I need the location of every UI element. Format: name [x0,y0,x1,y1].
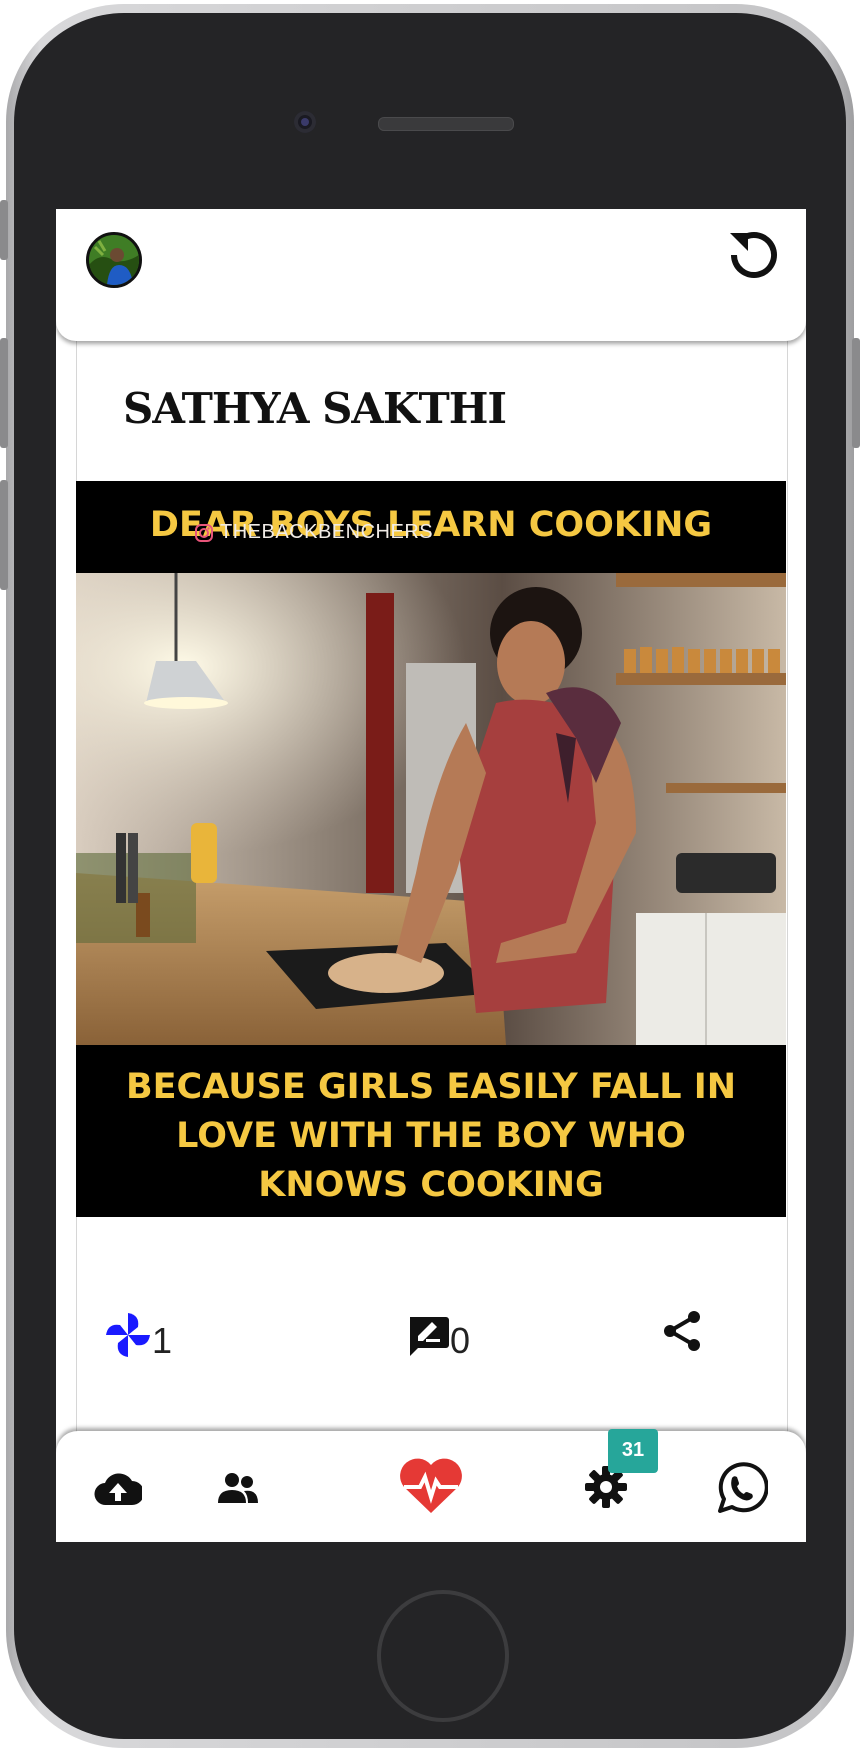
bottom-navigation: 31 [56,1429,806,1542]
heartbeat-icon [400,1458,462,1513]
volume-up-button [0,338,8,448]
kitchen-photo [76,573,786,1045]
caption-line: BECAUSE GIRLS EASILY FALL IN [125,1067,737,1107]
comment-button[interactable]: 0 [406,1299,470,1359]
whatsapp-icon [718,1462,769,1513]
comment-count: 0 [450,1320,471,1361]
caption-line: LOVE WITH THE BOY WHO [176,1116,686,1156]
nav-whatsapp[interactable] [712,1461,769,1522]
users-icon [218,1473,258,1503]
top-app-bar [56,209,806,341]
watermark-text: THEBACKBENCHERS [220,521,434,543]
refresh-icon[interactable] [726,227,780,281]
instagram-icon [195,523,213,542]
earpiece-speaker [378,117,514,131]
share-button[interactable] [660,1293,704,1353]
share-icon [664,1311,700,1351]
power-button [852,338,860,448]
caption-line: KNOWS COOKING [258,1165,604,1205]
pinwheel-icon [106,1313,150,1357]
nav-friends[interactable] [216,1471,260,1512]
mute-switch [0,200,8,260]
nav-health[interactable] [398,1457,464,1520]
cloud-upload-icon [94,1473,144,1506]
app-screen: SATHYA SAKTHI DEAR BOYS LEARN COOKING TH… [56,209,806,1542]
nav-upload[interactable] [94,1469,144,1514]
image-caption-bottom: BECAUSE GIRLS EASILY FALL IN LOVE WITH T… [76,1063,786,1210]
volume-down-button [0,480,8,590]
like-button[interactable]: 1 [104,1299,172,1359]
comment-edit-icon [410,1317,449,1356]
home-button[interactable] [377,1590,509,1722]
avatar-image [89,235,139,285]
notification-badge: 31 [608,1429,658,1473]
post-image[interactable]: DEAR BOYS LEARN COOKING THEBACKBENCHERS … [76,481,786,1217]
image-watermark: THEBACKBENCHERS [194,521,433,544]
post-author-name[interactable]: SATHYA SAKTHI [123,384,507,433]
avatar[interactable] [86,232,142,288]
front-camera [294,111,316,133]
like-count: 1 [152,1320,173,1361]
